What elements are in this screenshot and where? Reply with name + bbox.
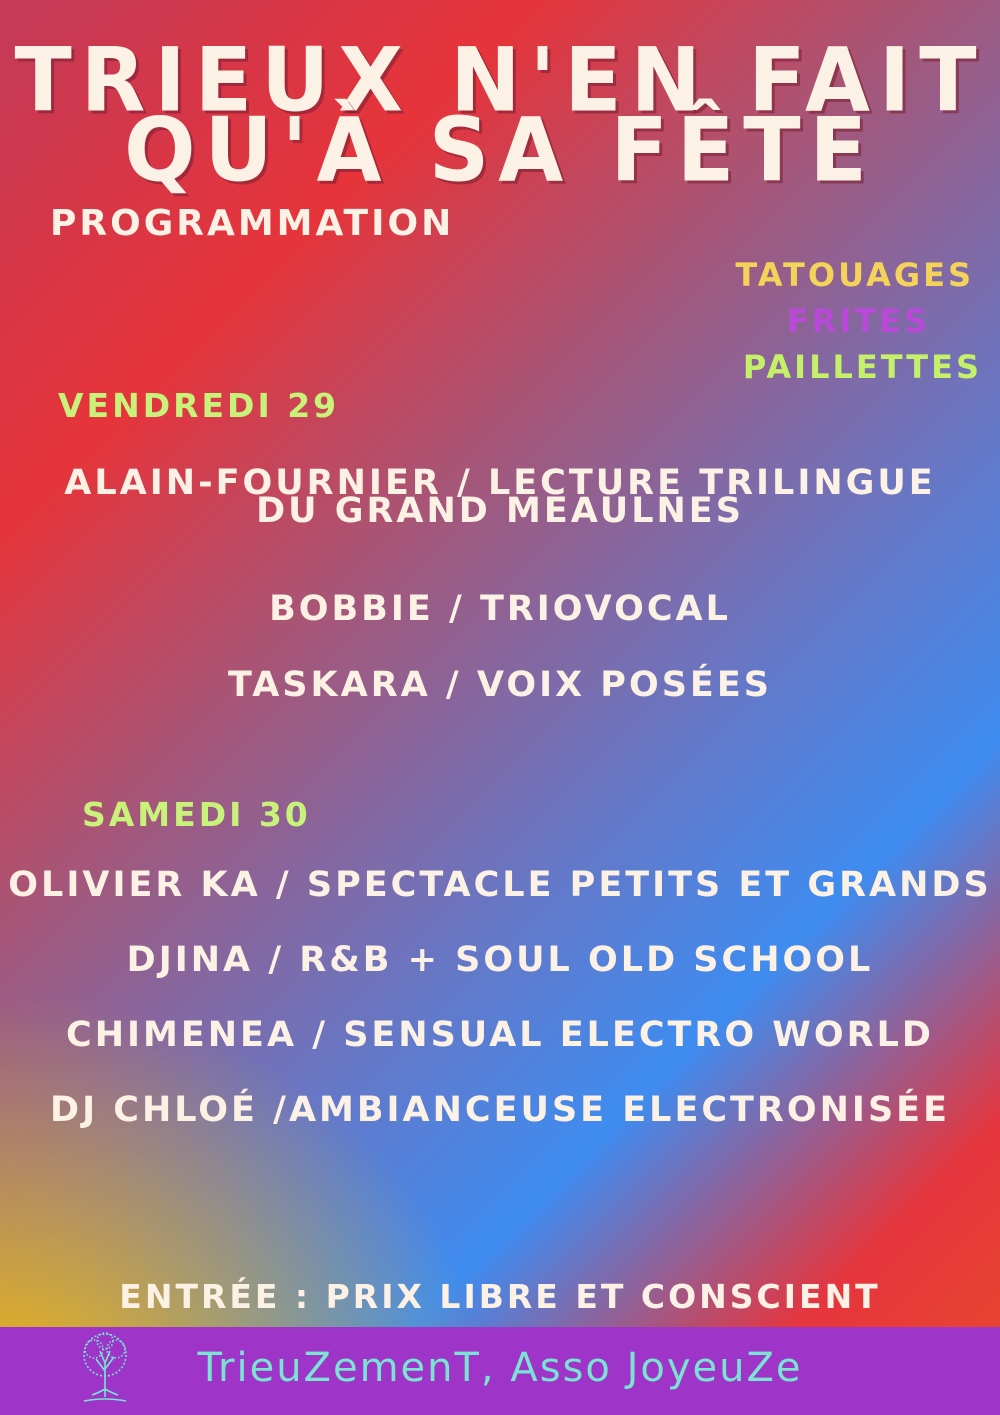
day-label-samedi: SAMEDI 30 (82, 795, 311, 834)
extras-list: TATOUAGES FRITES PAILLETTES (735, 252, 982, 390)
act-chimenea: CHIMENEA / SENSUAL ELECTRO WORLD (66, 1015, 934, 1055)
act-olivier-ka: OLIVIER KA / SPECTACLE PETITS ET GRANDS (8, 865, 992, 905)
event-poster: TRIEUX N'EN FAIT QU'À SA FÊTE PROGRAMMAT… (0, 0, 1000, 1415)
extra-paillettes: PAILLETTES (742, 348, 982, 386)
programmation-heading: PROGRAMMATION (50, 203, 455, 244)
extra-tatouages: TATOUAGES (735, 256, 974, 294)
entry-price-text: ENTRÉE : PRIX LIBRE ET CONSCIENT (119, 1277, 881, 1316)
organizer-band: TrieuZemenT, Asso JoyeuZe (0, 1327, 1000, 1415)
act-bobbie: BOBBIE / TRIOVOCAL (269, 589, 731, 629)
poster-title-line-2: QU'À SA FÊTE (124, 98, 876, 202)
act-alain-fournier-line2: DU GRAND MEAULNES (256, 491, 744, 531)
act-dj-chloe: DJ CHLOÉ /AMBIANCEUSE ELECTRONISÉE (50, 1090, 950, 1130)
act-taskara: TASKARA / VOIX POSÉES (228, 665, 772, 705)
day-label-vendredi: VENDREDI 29 (58, 386, 340, 425)
extra-frites: FRITES (786, 302, 930, 340)
organizer-name: TrieuZemenT, Asso JoyeuZe (197, 1345, 803, 1391)
act-djina: DJINA / R&B + SOUL OLD SCHOOL (126, 940, 874, 980)
